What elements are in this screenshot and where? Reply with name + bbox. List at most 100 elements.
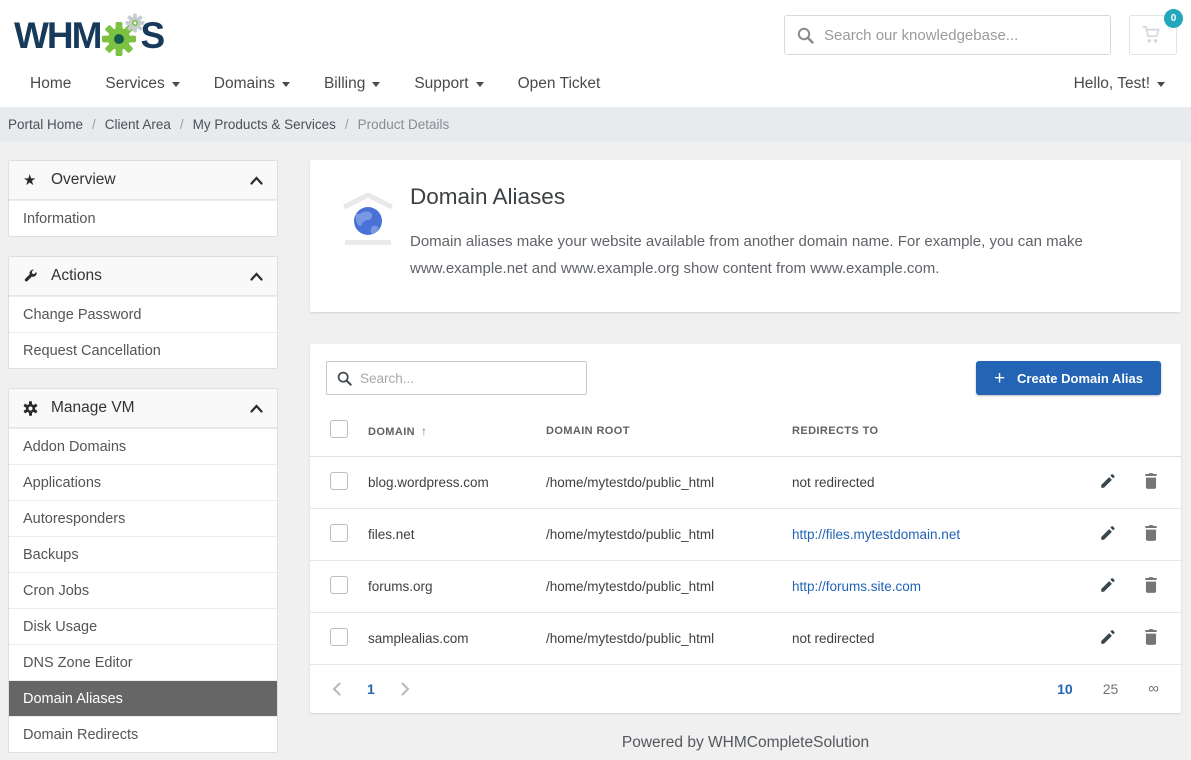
- top-header: WHM: [0, 0, 1191, 60]
- breadcrumb-portal-home[interactable]: Portal Home: [8, 117, 83, 132]
- edit-icon[interactable]: [1099, 472, 1117, 490]
- sidebar-item-disk-usage[interactable]: Disk Usage: [9, 608, 277, 644]
- cell-redirects-to: not redirected: [784, 457, 1071, 509]
- delete-icon[interactable]: [1143, 628, 1159, 646]
- page-title: Domain Aliases: [410, 184, 1155, 210]
- cell-redirects-to: not redirected: [784, 613, 1071, 665]
- chevron-down-icon: [172, 82, 180, 87]
- table-row: forums.org /home/mytestdo/public_html ht…: [310, 561, 1181, 613]
- chevron-up-icon[interactable]: [250, 404, 263, 413]
- create-domain-alias-button[interactable]: + Create Domain Alias: [976, 361, 1161, 395]
- column-header-domain-root[interactable]: Domain Root: [538, 405, 784, 457]
- chevron-down-icon: [282, 82, 290, 87]
- search-icon: [797, 27, 814, 44]
- sidebar-section-manage-vm: Manage VM Addon Domains Applications Aut…: [8, 388, 278, 753]
- sidebar-header-overview[interactable]: ★ Overview: [9, 161, 277, 200]
- sidebar-item-domain-aliases[interactable]: Domain Aliases: [9, 680, 277, 716]
- delete-icon[interactable]: [1143, 576, 1159, 594]
- redirect-link[interactable]: http://files.mytestdomain.net: [792, 527, 960, 542]
- sidebar-item-autoresponders[interactable]: Autoresponders: [9, 500, 277, 536]
- domain-aliases-card: + Create Domain Alias Domain↑ Domain Roo…: [310, 344, 1181, 713]
- breadcrumb-current: Product Details: [358, 117, 450, 132]
- breadcrumb-products-services[interactable]: My Products & Services: [193, 117, 336, 132]
- sidebar-item-applications[interactable]: Applications: [9, 464, 277, 500]
- sidebar-item-cron-jobs[interactable]: Cron Jobs: [9, 572, 277, 608]
- delete-icon[interactable]: [1143, 472, 1159, 490]
- nav-item-open-ticket[interactable]: Open Ticket: [518, 75, 601, 93]
- sidebar-item-domain-redirects[interactable]: Domain Redirects: [9, 716, 277, 752]
- table-row: files.net /home/mytestdo/public_html htt…: [310, 509, 1181, 561]
- page-size-10[interactable]: 10: [1057, 681, 1073, 697]
- column-header-redirects-to[interactable]: Redirects To: [784, 405, 1071, 457]
- chevron-down-icon: [372, 82, 380, 87]
- domain-aliases-table: Domain↑ Domain Root Redirects To blog.wo…: [310, 405, 1181, 665]
- redirect-link[interactable]: http://forums.site.com: [792, 579, 921, 594]
- table-search: [326, 361, 587, 395]
- gear-icon: [23, 401, 45, 416]
- small-gear-icon: [125, 13, 145, 33]
- row-checkbox[interactable]: [330, 576, 348, 594]
- sort-asc-icon: ↑: [421, 424, 427, 438]
- edit-icon[interactable]: [1099, 628, 1117, 646]
- chevron-down-icon: [1157, 82, 1165, 87]
- sidebar-header-actions[interactable]: Actions: [9, 257, 277, 296]
- nav-item-support[interactable]: Support: [414, 75, 483, 93]
- sidebar: ★ Overview Information Actions Change Pa…: [8, 160, 278, 760]
- sidebar-item-change-password[interactable]: Change Password: [9, 296, 277, 332]
- cell-domain: forums.org: [360, 561, 538, 613]
- cell-domain: files.net: [360, 509, 538, 561]
- sidebar-item-request-cancellation[interactable]: Request Cancellation: [9, 332, 277, 368]
- row-checkbox[interactable]: [330, 524, 348, 542]
- cart-button[interactable]: 0: [1129, 15, 1177, 55]
- nav-item-billing[interactable]: Billing: [324, 75, 380, 93]
- previous-page-icon[interactable]: [332, 682, 341, 696]
- table-header-row: Domain↑ Domain Root Redirects To: [310, 405, 1181, 457]
- nav-item-services[interactable]: Services: [105, 75, 179, 93]
- next-page-icon[interactable]: [401, 682, 410, 696]
- sidebar-item-dns-zone-editor[interactable]: DNS Zone Editor: [9, 644, 277, 680]
- chevron-up-icon[interactable]: [250, 176, 263, 185]
- delete-icon[interactable]: [1143, 524, 1159, 542]
- page-size-25[interactable]: 25: [1103, 681, 1119, 697]
- column-header-domain[interactable]: Domain↑: [360, 405, 538, 457]
- breadcrumb: Portal Home / Client Area / My Products …: [0, 107, 1191, 142]
- cell-domain-root: /home/mytestdo/public_html: [538, 509, 784, 561]
- nav-item-domains[interactable]: Domains: [214, 75, 290, 93]
- cell-domain: samplealias.com: [360, 613, 538, 665]
- chevron-up-icon[interactable]: [250, 272, 263, 281]
- cell-domain: blog.wordpress.com: [360, 457, 538, 509]
- sidebar-item-addon-domains[interactable]: Addon Domains: [9, 428, 277, 464]
- cart-count-badge: 0: [1164, 9, 1183, 28]
- sidebar-item-backups[interactable]: Backups: [9, 536, 277, 572]
- sidebar-item-information[interactable]: Information: [9, 200, 277, 236]
- page-number[interactable]: 1: [367, 681, 375, 697]
- logo-text-whm: WHM: [14, 17, 100, 54]
- table-search-input[interactable]: [360, 371, 576, 386]
- chevron-down-icon: [476, 82, 484, 87]
- domain-globe-icon: [340, 190, 396, 282]
- whmcs-logo[interactable]: WHM: [14, 13, 163, 57]
- star-icon: ★: [23, 171, 45, 189]
- plus-icon: +: [994, 369, 1005, 388]
- cell-domain-root: /home/mytestdo/public_html: [538, 457, 784, 509]
- table-row: samplealias.com /home/mytestdo/public_ht…: [310, 613, 1181, 665]
- user-menu[interactable]: Hello, Test!: [1074, 75, 1165, 93]
- powered-by-footer: Powered by WHMCompleteSolution: [310, 713, 1181, 760]
- cell-domain-root: /home/mytestdo/public_html: [538, 613, 784, 665]
- page-size-all-icon[interactable]: ∞: [1148, 680, 1159, 697]
- edit-icon[interactable]: [1099, 524, 1117, 542]
- knowledgebase-search-input[interactable]: [824, 27, 1098, 44]
- wrench-icon: [23, 269, 45, 284]
- select-all-checkbox[interactable]: [330, 420, 348, 438]
- sidebar-header-manage-vm[interactable]: Manage VM: [9, 389, 277, 428]
- breadcrumb-client-area[interactable]: Client Area: [105, 117, 171, 132]
- cell-domain-root: /home/mytestdo/public_html: [538, 561, 784, 613]
- nav-item-home[interactable]: Home: [30, 75, 71, 93]
- row-checkbox[interactable]: [330, 472, 348, 490]
- row-checkbox[interactable]: [330, 628, 348, 646]
- pagination: 1 10 25 ∞: [310, 665, 1181, 713]
- edit-icon[interactable]: [1099, 576, 1117, 594]
- cart-icon: [1142, 25, 1164, 45]
- knowledgebase-search: [784, 15, 1111, 55]
- page-intro-card: Domain Aliases Domain aliases make your …: [310, 160, 1181, 312]
